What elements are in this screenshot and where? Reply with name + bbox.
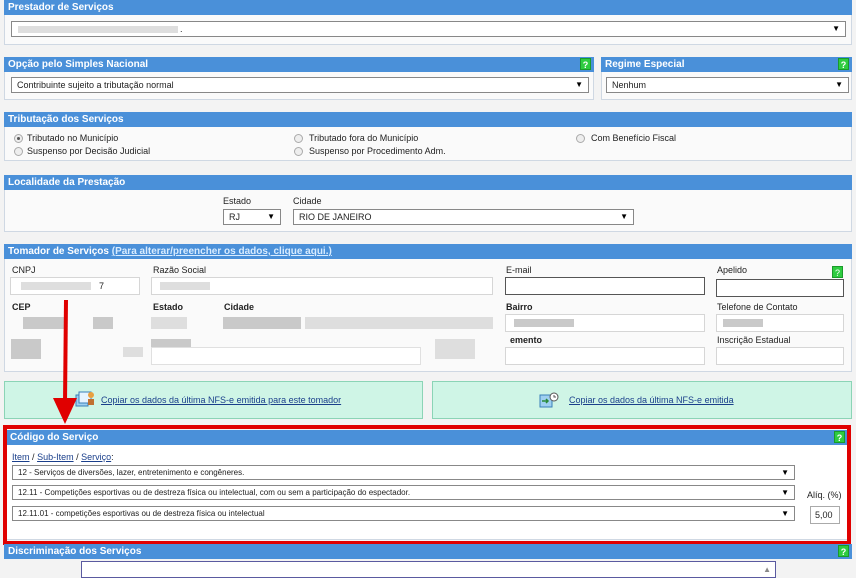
tomador-title: Tomador de Serviços xyxy=(8,246,109,257)
radio-beneficio-fiscal[interactable] xyxy=(576,134,585,143)
cnpj-input[interactable]: 7 xyxy=(10,277,140,295)
redacted-text xyxy=(21,282,91,290)
redacted-text xyxy=(435,339,475,359)
tomador-edit-link[interactable]: (Para alterar/preencher os dados, clique… xyxy=(112,246,332,257)
cidade-label: Cidade xyxy=(293,196,322,206)
copy-ultima-box[interactable]: Copiar os dados da última NFS-e emitida xyxy=(432,381,852,419)
chevron-down-icon: ▼ xyxy=(267,212,275,221)
tomador-header: Tomador de Serviços (Para alterar/preenc… xyxy=(4,244,852,259)
email-label: E-mail xyxy=(506,265,532,275)
complemento-input[interactable] xyxy=(505,347,705,365)
cep-label: CEP xyxy=(12,302,31,312)
radio-tributado-municipio[interactable] xyxy=(14,134,23,143)
prestador-title: Prestador de Serviços xyxy=(8,2,114,13)
radio-label: Com Benefício Fiscal xyxy=(591,133,677,143)
redacted-text xyxy=(151,317,187,329)
radio-label: Suspenso por Decisão Judicial xyxy=(27,146,151,156)
regime-select[interactable]: Nenhum ▼ xyxy=(606,77,849,93)
estado-value: RJ xyxy=(229,212,240,222)
localidade-header: Localidade da Prestação xyxy=(4,175,852,190)
tomador-estado-label: Estado xyxy=(153,302,184,312)
help-icon[interactable]: ? xyxy=(838,58,849,70)
redacted-text xyxy=(11,339,41,359)
localidade-panel: Estado RJ ▼ Cidade RIO DE JANEIRO ▼ xyxy=(4,190,852,232)
radio-suspenso-adm[interactable] xyxy=(294,147,303,156)
help-icon[interactable]: ? xyxy=(832,266,843,278)
prestador-value: . xyxy=(180,24,183,34)
radio-suspenso-judicial[interactable] xyxy=(14,147,23,156)
chevron-down-icon: ▼ xyxy=(575,80,583,89)
help-icon[interactable]: ? xyxy=(580,58,591,70)
highlight-frame xyxy=(3,425,851,545)
discriminacao-title: Discriminação dos Serviços xyxy=(8,546,142,557)
radio-label: Tributado no Município xyxy=(27,133,119,143)
apelido-label: Apelido xyxy=(717,265,748,275)
regime-panel: Nenhum ▼ xyxy=(601,72,852,100)
radio-label: Suspenso por Procedimento Adm. xyxy=(309,146,446,156)
endereco-input[interactable] xyxy=(151,347,421,365)
tributacao-panel: Tributado no Município Tributado fora do… xyxy=(4,127,852,161)
simples-select[interactable]: Contribuinte sujeito a tributação normal… xyxy=(11,77,589,93)
simples-value: Contribuinte sujeito a tributação normal xyxy=(17,80,174,90)
tomador-cidade-label: Cidade xyxy=(224,302,255,312)
estado-select[interactable]: RJ ▼ xyxy=(223,209,281,225)
prestador-panel: . ▼ xyxy=(4,15,852,45)
regime-value: Nenhum xyxy=(612,80,647,90)
redacted-text xyxy=(514,319,574,327)
simples-header: Opção pelo Simples Nacional ? xyxy=(4,57,594,72)
bairro-label: Bairro xyxy=(506,302,533,312)
ie-input[interactable] xyxy=(716,347,844,365)
regime-title: Regime Especial xyxy=(605,59,685,70)
copy-ultima-link[interactable]: Copiar os dados da última NFS-e emitida xyxy=(569,395,734,405)
estado-label: Estado xyxy=(223,196,252,206)
cidade-value: RIO DE JANEIRO xyxy=(299,212,372,222)
red-arrow-annotation xyxy=(53,299,77,424)
cnpj-label: CNPJ xyxy=(12,265,36,275)
bairro-input[interactable] xyxy=(505,314,705,332)
tributacao-header: Tributação dos Serviços xyxy=(4,112,852,127)
discriminacao-header: Discriminação dos Serviços ? xyxy=(4,544,852,559)
redacted-text xyxy=(93,317,113,329)
radio-label: Tributado fora do Município xyxy=(309,133,419,143)
copy-tomador-link[interactable]: Copiar os dados da última NFS-e emitida … xyxy=(101,395,341,405)
chevron-down-icon: ▼ xyxy=(832,24,840,33)
razao-label: Razão Social xyxy=(153,265,207,275)
complemento-label: emento xyxy=(510,335,543,345)
regime-header: Regime Especial ? xyxy=(601,57,852,72)
telefone-label: Telefone de Contato xyxy=(717,302,798,312)
redacted-text xyxy=(160,282,210,290)
redacted-text xyxy=(723,319,763,327)
help-icon[interactable]: ? xyxy=(838,545,849,557)
localidade-title: Localidade da Prestação xyxy=(8,177,126,188)
telefone-input[interactable] xyxy=(716,314,844,332)
apelido-input[interactable] xyxy=(716,279,844,297)
prestador-header: Prestador de Serviços xyxy=(4,0,852,15)
redacted-text xyxy=(305,317,493,329)
radio-tributado-fora[interactable] xyxy=(294,134,303,143)
razao-input[interactable] xyxy=(151,277,493,295)
cnpj-value: 7 xyxy=(99,281,105,291)
cidade-select[interactable]: RIO DE JANEIRO ▼ xyxy=(293,209,634,225)
redacted-text xyxy=(123,347,143,357)
redacted-text xyxy=(223,317,301,329)
copy-clock-icon xyxy=(539,392,559,408)
ie-label: Inscrição Estadual xyxy=(717,335,791,345)
tributacao-title: Tributação dos Serviços xyxy=(8,114,124,125)
redacted-text xyxy=(18,26,178,33)
discriminacao-textarea[interactable]: ▲ xyxy=(81,561,776,578)
scroll-up-icon[interactable]: ▲ xyxy=(763,565,771,574)
prestador-select[interactable]: . ▼ xyxy=(11,21,846,37)
chevron-down-icon: ▼ xyxy=(835,80,843,89)
simples-panel: Contribuinte sujeito a tributação normal… xyxy=(4,72,594,100)
tomador-panel: CNPJ 7 Razão Social E-mail Apelido ? CEP… xyxy=(4,259,852,372)
chevron-down-icon: ▼ xyxy=(620,212,628,221)
simples-title: Opção pelo Simples Nacional xyxy=(8,59,149,70)
email-input[interactable] xyxy=(505,277,705,295)
